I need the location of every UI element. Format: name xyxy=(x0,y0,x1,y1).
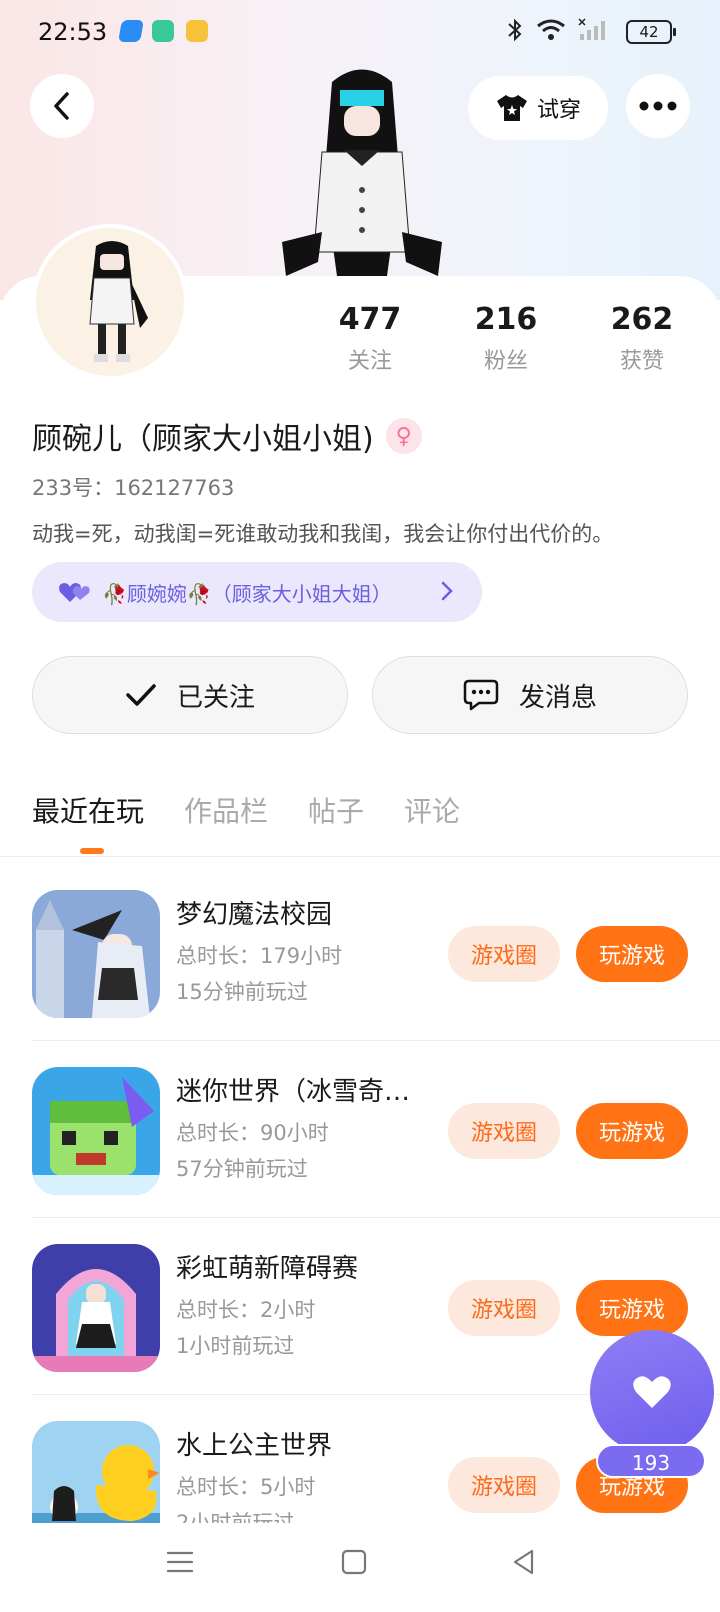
like-fab[interactable]: 193 xyxy=(590,1330,716,1478)
tryon-label: 试穿 xyxy=(536,98,581,123)
back-triangle-icon[interactable] xyxy=(510,1548,538,1576)
send-message-button[interactable]: 发消息 xyxy=(372,656,688,734)
tab-comments[interactable]: 评论 xyxy=(404,790,460,830)
home-square-icon[interactable] xyxy=(340,1548,368,1576)
system-nav-bar xyxy=(0,1524,720,1612)
game-duration: 总时长：2小时 xyxy=(176,1298,316,1322)
tab-posts[interactable]: 帖子 xyxy=(308,790,364,830)
game-thumbnail-art xyxy=(32,1421,160,1523)
chat-bubble-icon xyxy=(463,679,499,711)
stat-label: 粉丝 xyxy=(483,349,528,374)
game-thumbnail xyxy=(32,1067,160,1195)
game-title: 迷你世界（冰雪奇… xyxy=(176,1077,411,1107)
heart-icon xyxy=(633,1376,671,1408)
app-notification-icon xyxy=(152,20,174,42)
tab-recently-played[interactable]: 最近在玩 xyxy=(32,790,144,830)
like-fab-circle[interactable] xyxy=(590,1330,714,1454)
play-game-button[interactable]: 玩游戏 xyxy=(576,926,688,982)
play-game-button[interactable]: 玩游戏 xyxy=(576,1280,688,1336)
stat-label: 获赞 xyxy=(619,349,664,374)
wifi-icon xyxy=(537,19,565,40)
game-circle-button[interactable]: 游戏圈 xyxy=(448,1103,560,1159)
stat-followers[interactable]: 216 粉丝 xyxy=(446,302,566,375)
tryon-button[interactable]: 试穿 xyxy=(468,76,608,140)
game-thumbnail-art xyxy=(32,1067,160,1195)
like-count-badge: 193 xyxy=(596,1444,706,1478)
game-thumbnail-art xyxy=(32,890,160,1018)
female-gender-icon: ♀ xyxy=(385,418,422,454)
followed-label: 已关注 xyxy=(176,682,255,713)
game-list-item[interactable]: 迷你世界（冰雪奇… 总时长：90小时 57分钟前玩过 游戏圈 玩游戏 xyxy=(0,1041,720,1218)
tab-active-indicator xyxy=(80,848,104,854)
shirt-icon xyxy=(496,95,527,121)
game-duration: 总时长：5小时 xyxy=(176,1475,316,1499)
profile-avatar[interactable] xyxy=(32,224,188,380)
followed-button[interactable]: 已关注 xyxy=(32,656,348,734)
double-heart-icon xyxy=(59,583,90,602)
tab-works[interactable]: 作品栏 xyxy=(184,790,268,830)
game-title: 彩虹萌新障碍赛 xyxy=(176,1254,359,1284)
game-title: 水上公主世界 xyxy=(176,1431,333,1461)
signal-icon xyxy=(578,18,605,40)
check-icon xyxy=(126,684,156,706)
user-id: 233号：162127763 xyxy=(32,476,235,500)
game-duration: 总时长：179小时 xyxy=(176,944,343,968)
status-bar: 22:53 42 xyxy=(0,0,720,64)
game-duration: 总时长：90小时 xyxy=(176,1121,329,1145)
stat-following[interactable]: 477 关注 xyxy=(310,302,430,375)
game-last-played: 57分钟前玩过 xyxy=(176,1157,308,1181)
cp-relationship-pill[interactable]: 🥀顾婉婉🥀（顾家大小姐大姐） xyxy=(32,562,482,622)
stat-value: 262 xyxy=(610,302,674,337)
status-time: 22:53 xyxy=(38,18,108,46)
profile-tabs: 最近在玩 作品栏 帖子 评论 xyxy=(32,790,460,830)
bluetooth-icon xyxy=(508,18,522,42)
play-game-button[interactable]: 玩游戏 xyxy=(576,1103,688,1159)
game-thumbnail-art xyxy=(32,1244,160,1372)
chevron-right-icon xyxy=(441,581,453,601)
stat-value: 216 xyxy=(474,302,538,337)
tabs-divider xyxy=(0,856,720,857)
game-list-item[interactable]: 梦幻魔法校园 总时长：179小时 15分钟前玩过 游戏圈 玩游戏 xyxy=(0,864,720,1041)
name-row: 顾碗儿（顾家大小姐小姐) ♀ xyxy=(32,414,422,458)
game-thumbnail xyxy=(32,890,160,1018)
game-last-played: 2小时前玩过 xyxy=(176,1511,295,1523)
back-button[interactable] xyxy=(30,74,94,138)
more-button[interactable] xyxy=(626,74,690,138)
app-notification-icon xyxy=(118,20,144,42)
game-title: 梦幻魔法校园 xyxy=(176,900,333,930)
game-thumbnail xyxy=(32,1244,160,1372)
stat-likes[interactable]: 262 获赞 xyxy=(582,302,702,375)
stat-label: 关注 xyxy=(347,349,392,374)
avatar-figure xyxy=(89,241,148,362)
game-last-played: 15分钟前玩过 xyxy=(176,980,308,1004)
game-circle-button[interactable]: 游戏圈 xyxy=(448,926,560,982)
profile-stats: 477 关注 216 粉丝 262 获赞 xyxy=(310,302,710,382)
game-thumbnail xyxy=(32,1421,160,1523)
game-circle-button[interactable]: 游戏圈 xyxy=(448,1457,560,1513)
stat-value: 477 xyxy=(338,302,402,337)
send-message-label: 发消息 xyxy=(518,682,597,713)
chevron-left-icon xyxy=(54,92,69,120)
battery-indicator: 42 xyxy=(626,20,676,44)
app-notification-icon xyxy=(186,20,208,42)
profile-bio: 动我=死，动我闺=死谁敢动我和我闺，我会让你付出代价的。 xyxy=(32,522,614,546)
cp-text: 🥀顾婉婉🥀（顾家大小姐大姐） xyxy=(102,581,392,606)
profile-name: 顾碗儿（顾家大小姐小姐) xyxy=(32,422,374,457)
more-dots-icon xyxy=(639,101,677,111)
menu-icon[interactable] xyxy=(166,1548,194,1576)
hero-avatar-figure xyxy=(282,69,442,276)
game-last-played: 1小时前玩过 xyxy=(176,1334,295,1358)
game-circle-button[interactable]: 游戏圈 xyxy=(448,1280,560,1336)
